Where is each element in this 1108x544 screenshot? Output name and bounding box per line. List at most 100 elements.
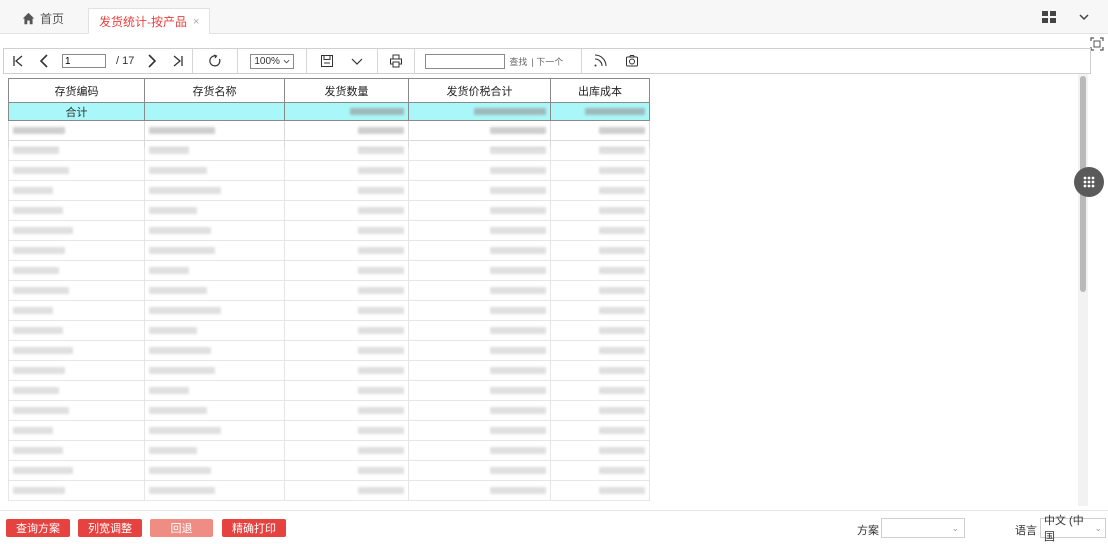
first-page-icon[interactable] (10, 53, 26, 69)
redacted-value (490, 286, 546, 294)
table-row (8, 340, 650, 361)
redacted-value (358, 326, 404, 334)
camera-icon[interactable] (624, 53, 640, 69)
table-cell (144, 260, 285, 281)
apps-dots-icon[interactable] (1074, 167, 1104, 197)
bottom-bar: 查询方案 列宽调整 回退 精确打印 方案 ⌄ 语言 中文 (中国 ⌄ (0, 510, 1108, 544)
search-input[interactable] (425, 53, 506, 69)
table-cell (408, 480, 551, 501)
table-cell (408, 360, 551, 381)
table-cell (8, 420, 145, 441)
find-link[interactable]: 查找 (509, 55, 527, 68)
table-cell (284, 160, 409, 181)
table-cell (284, 360, 409, 381)
print-icon[interactable] (388, 53, 404, 69)
fullscreen-icon[interactable] (1090, 37, 1104, 51)
table-cell (550, 102, 650, 121)
table-cell (550, 300, 650, 321)
close-icon[interactable]: × (193, 16, 199, 28)
tab-active-label: 发货统计-按产品 (99, 15, 187, 29)
rollback-button[interactable]: 回退 (150, 519, 213, 537)
zoom-select[interactable]: 100% (250, 53, 295, 69)
column-width-button[interactable]: 列宽调整 (78, 519, 142, 537)
table-cell (284, 420, 409, 441)
refresh-group (193, 49, 239, 73)
table-row (8, 400, 650, 421)
redacted-value (490, 326, 546, 334)
save-icon[interactable] (319, 53, 335, 69)
total-row: 合计 (8, 102, 650, 121)
chevron-down-icon[interactable] (349, 53, 365, 69)
redacted-value (490, 186, 546, 194)
table-cell (284, 102, 409, 121)
tab-shipping-stats[interactable]: 发货统计-按产品 × (88, 8, 211, 34)
redacted-value (490, 226, 546, 234)
print-group (378, 49, 416, 73)
table-cell (8, 140, 145, 161)
redacted-value (490, 486, 546, 494)
table-row (8, 180, 650, 201)
page-total: / 17 (116, 55, 135, 67)
table-cell (408, 260, 551, 281)
redacted-value (599, 226, 645, 234)
zoom-group: 100% (238, 49, 308, 73)
redacted-value (13, 486, 65, 494)
table-cell (408, 240, 551, 261)
vertical-scrollbar[interactable] (1078, 74, 1088, 506)
refresh-icon[interactable] (207, 53, 223, 69)
redacted-value (490, 126, 546, 134)
table-row (8, 440, 650, 461)
table-cell (144, 480, 285, 501)
column-header: 出库成本 (550, 78, 650, 103)
next-page-icon[interactable] (144, 53, 160, 69)
redacted-value (490, 166, 546, 174)
table-cell (408, 340, 551, 361)
query-scheme-button[interactable]: 查询方案 (6, 519, 70, 537)
table-cell (8, 180, 145, 201)
chevron-down-icon[interactable] (1078, 11, 1090, 23)
redacted-value (149, 226, 211, 234)
table-cell (408, 180, 551, 201)
table-cell (8, 200, 145, 221)
redacted-value (599, 126, 645, 134)
redacted-value (358, 466, 404, 474)
grid-menu-icon[interactable] (1042, 11, 1056, 23)
last-page-icon[interactable] (170, 53, 186, 69)
redacted-value (599, 286, 645, 294)
table-cell (284, 240, 409, 261)
table-cell (284, 460, 409, 481)
language-select[interactable]: 中文 (中国 ⌄ (1040, 515, 1106, 543)
table-row (8, 380, 650, 401)
redacted-value (149, 146, 189, 154)
table-cell (408, 102, 551, 121)
page-nav-group: / 17 (4, 49, 194, 73)
redacted-value (599, 306, 645, 314)
tab-home[interactable]: 首页 (22, 9, 64, 27)
table-cell (8, 460, 145, 481)
scheme-select[interactable]: ⌄ (881, 518, 965, 538)
table-cell (8, 360, 145, 381)
redacted-value (599, 446, 645, 454)
redacted-value (358, 406, 404, 414)
redacted-value (490, 266, 546, 274)
prev-page-icon[interactable] (36, 53, 52, 69)
redacted-value (599, 426, 645, 434)
redacted-value (13, 146, 59, 154)
table-cell (550, 120, 650, 141)
table-cell (550, 220, 650, 241)
redacted-value (358, 486, 404, 494)
redacted-value (13, 306, 53, 314)
precise-print-button[interactable]: 精确打印 (222, 519, 286, 537)
table-cell (144, 380, 285, 401)
table-row (8, 240, 650, 261)
page-number-input[interactable] (62, 54, 106, 68)
table-cell (550, 380, 650, 401)
redacted-value (490, 346, 546, 354)
table-row (8, 360, 650, 381)
table-cell (8, 260, 145, 281)
redacted-value (490, 246, 546, 254)
redacted-value (599, 466, 645, 474)
rss-icon[interactable] (592, 53, 608, 69)
column-header: 存货编码 (8, 78, 145, 103)
find-next-link[interactable]: | 下一个 (531, 55, 563, 68)
